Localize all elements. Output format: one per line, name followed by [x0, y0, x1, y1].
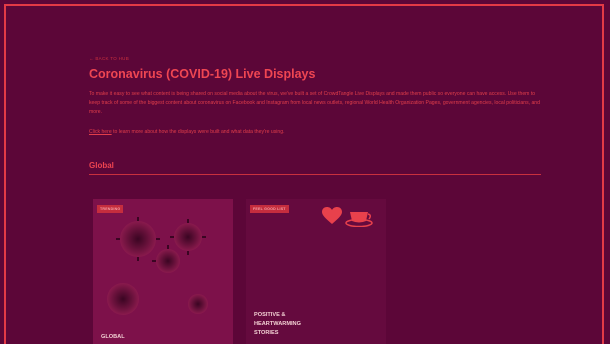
trending-badge: TRENDING [97, 205, 124, 213]
card-title-global: GLOBAL [101, 334, 125, 340]
intro-description: To make it easy to see what content is b… [89, 91, 540, 115]
coffee-cup-icon [345, 212, 373, 227]
section-title-global: Global [89, 161, 114, 170]
page-title: Coronavirus (COVID-19) Live Displays [89, 67, 316, 81]
click-here-link[interactable]: Click here [89, 129, 112, 135]
main-content: ← BACK TO HUB Coronavirus (COVID-19) Liv… [89, 56, 541, 175]
section-divider [89, 174, 541, 175]
card-global[interactable]: TRENDING GLOBAL [93, 199, 233, 344]
virus-illustration [93, 199, 233, 344]
feel-good-badge: FEEL GOOD LIST [250, 205, 289, 213]
back-to-hub-link[interactable]: ← BACK TO HUB [89, 56, 541, 61]
card-title-line: HEARTWARMING [254, 321, 301, 327]
learn-more-text: Click here to learn more about how the d… [89, 129, 541, 135]
card-title-positive: POSITIVE & HEARTWARMING STORIES [254, 311, 301, 338]
heart-icon [322, 207, 342, 224]
card-positive-stories[interactable]: FEEL GOOD LIST POSITIVE & HEARTWARMING S… [246, 199, 386, 344]
card-title-line: STORIES [254, 330, 279, 336]
card-title-line: POSITIVE & [254, 312, 286, 318]
learn-more-rest: to learn more about how the displays wer… [111, 129, 285, 135]
